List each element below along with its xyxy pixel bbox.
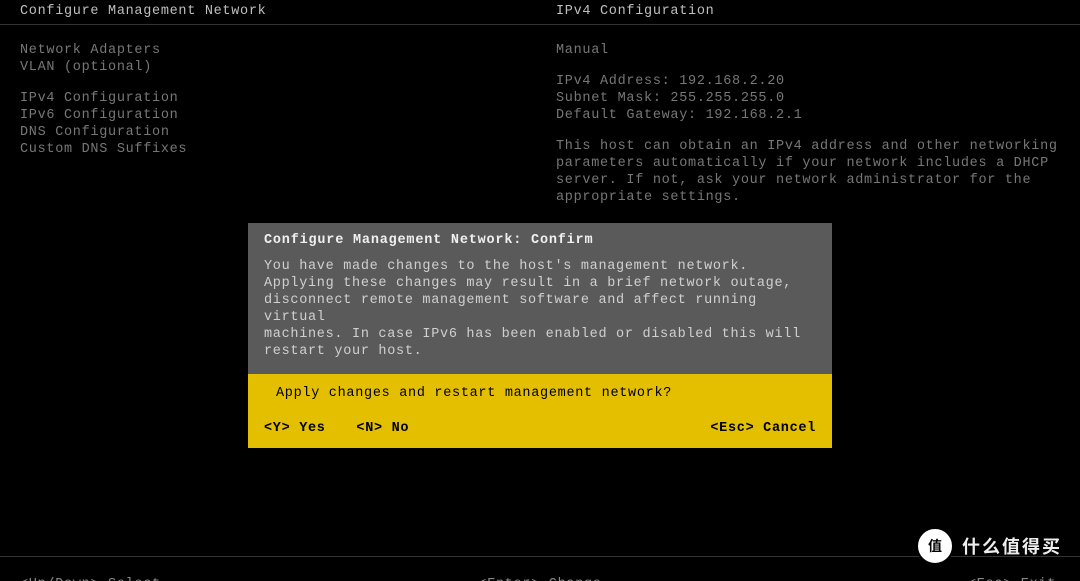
menu-item-vlan[interactable]: VLAN (optional) (20, 59, 187, 76)
dialog-body: You have made changes to the host's mana… (248, 252, 832, 374)
menu-item-dns[interactable]: DNS Configuration (20, 124, 187, 141)
info-subnet-mask: Subnet Mask: 255.255.255.0 (556, 90, 1058, 107)
dialog-buttons: <Y> Yes <N> No <Esc> Cancel (248, 413, 832, 448)
info-mask-value: 255.255.255.0 (670, 91, 784, 106)
info-ipv4-address: IPv4 Address: 192.168.2.20 (556, 73, 1058, 90)
info-default-gateway: Default Gateway: 192.168.2.1 (556, 107, 1058, 124)
config-menu: Network Adapters VLAN (optional) IPv4 Co… (20, 42, 187, 158)
info-mode: Manual (556, 42, 1058, 59)
menu-item-custom-dns[interactable]: Custom DNS Suffixes (20, 141, 187, 158)
menu-item-network-adapters[interactable]: Network Adapters (20, 42, 187, 59)
dialog-question: Apply changes and restart management net… (248, 374, 832, 413)
menu-item-ipv4[interactable]: IPv4 Configuration (20, 90, 187, 107)
menu-item-ipv6[interactable]: IPv6 Configuration (20, 107, 187, 124)
watermark-badge-icon: 值 (916, 527, 954, 565)
info-addr-label: IPv4 Address: (556, 74, 679, 89)
dialog-title: Configure Management Network: Confirm (248, 223, 832, 252)
header-left-title: Configure Management Network (20, 4, 266, 19)
watermark: 值 什么值得买 (916, 527, 1062, 565)
footer-hint-esc: <Esc> Exit (968, 577, 1056, 581)
info-addr-value: 192.168.2.20 (679, 74, 785, 89)
no-button[interactable]: <N> No (356, 421, 409, 436)
info-mask-label: Subnet Mask: (556, 91, 670, 106)
watermark-text: 什么值得买 (962, 533, 1062, 559)
header-divider (0, 24, 1080, 25)
info-gw-value: 192.168.2.1 (706, 108, 803, 123)
menu-gap (20, 76, 187, 90)
info-gw-label: Default Gateway: (556, 108, 706, 123)
info-gap-2 (556, 124, 1058, 138)
info-gap-1 (556, 59, 1058, 73)
footer-hint-enter: <Enter> Change (0, 577, 1080, 581)
yes-button[interactable]: <Y> Yes (264, 421, 326, 436)
cancel-button[interactable]: <Esc> Cancel (710, 421, 816, 436)
header-right-title: IPv4 Configuration (556, 4, 714, 19)
info-panel: Manual IPv4 Address: 192.168.2.20 Subnet… (556, 42, 1058, 206)
confirm-dialog: Configure Management Network: Confirm Yo… (248, 223, 832, 448)
header-bar: Configure Management Network IPv4 Config… (0, 4, 1080, 24)
info-description: This host can obtain an IPv4 address and… (556, 138, 1058, 206)
